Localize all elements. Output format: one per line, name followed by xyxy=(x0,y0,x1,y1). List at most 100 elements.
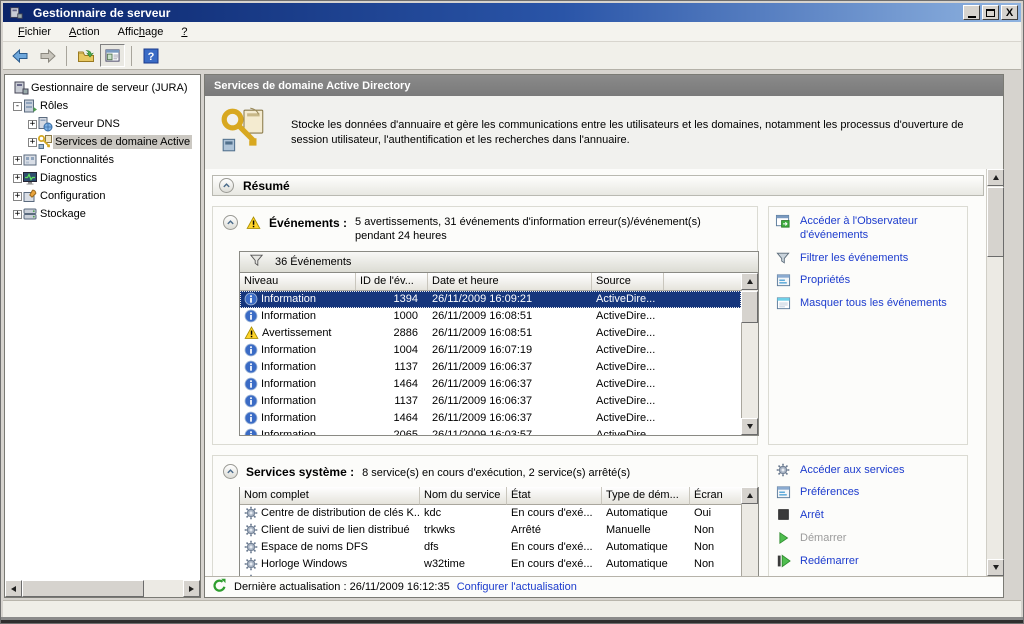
collapse-summary-button[interactable] xyxy=(219,178,234,193)
close-button[interactable]: X xyxy=(1001,5,1018,20)
tree-root-item[interactable]: Gestionnaire de serveur (JURA) xyxy=(5,79,200,97)
menu-item-hage[interactable]: Affichage xyxy=(109,23,173,41)
expand-expander-icon[interactable]: + xyxy=(13,156,22,165)
column-header-type-de-d-m-[interactable]: Type de dém... xyxy=(602,487,690,505)
action-link-label: Démarrer xyxy=(800,532,846,546)
table-row[interactable]: Horloge Windowsw32timeEn cours d'exé...A… xyxy=(240,556,741,573)
table-row[interactable]: Avertissement288626/11/2009 16:08:51Acti… xyxy=(240,325,741,342)
sidebar-item-serveur-dns[interactable]: +Serveur DNS xyxy=(5,115,200,133)
action-link-accéder-aux-services[interactable]: Accéder aux services xyxy=(775,464,961,478)
table-row[interactable]: Information146426/11/2009 16:06:37Active… xyxy=(240,376,741,393)
date-cell: 26/11/2009 16:06:37 xyxy=(428,395,592,407)
role-header: Services de domaine Active Directory xyxy=(205,75,1003,96)
table-row[interactable]: Information100426/11/2009 16:07:19Active… xyxy=(240,342,741,359)
column-header--cran[interactable]: Écran xyxy=(690,487,743,505)
action-link-label: Accéder aux services xyxy=(800,464,905,478)
scroll-up-button[interactable] xyxy=(987,169,1004,186)
action-link-préférences[interactable]: Préférences xyxy=(775,486,961,500)
date-cell: 26/11/2009 16:09:21 xyxy=(428,293,592,305)
sidebar-item-configuration[interactable]: +Configuration xyxy=(5,187,200,205)
sidebar-item-fonctionnalit-s[interactable]: +Fonctionnalités xyxy=(5,151,200,169)
column-header-Date et heure[interactable]: Date et heure xyxy=(428,273,592,291)
tree-item-label: Diagnostics xyxy=(38,171,99,185)
info-icon xyxy=(244,428,258,435)
table-row[interactable]: Information146426/11/2009 16:06:37Active… xyxy=(240,410,741,427)
level-cell: Information xyxy=(240,343,356,357)
column-header--tat[interactable]: État xyxy=(507,487,602,505)
toolbar-separator xyxy=(131,46,132,66)
expand-expander-icon[interactable]: + xyxy=(13,174,22,183)
action-link-redémarrer[interactable]: Redémarrer xyxy=(775,555,961,569)
column-header-Niveau[interactable]: Niveau xyxy=(240,273,356,291)
column-header-nom-complet[interactable]: Nom complet xyxy=(240,487,420,505)
events-vertical-scrollbar[interactable] xyxy=(741,273,758,435)
scroll-right-button[interactable] xyxy=(183,580,200,597)
collapse-events-button[interactable] xyxy=(223,215,238,230)
console-tree-pane: Gestionnaire de serveur (JURA)-Rôles+Ser… xyxy=(4,74,201,598)
title-bar[interactable]: Gestionnaire de serveur X xyxy=(3,3,1021,22)
scroll-thumb[interactable] xyxy=(741,291,758,323)
sidebar-item-r-les[interactable]: -Rôles xyxy=(5,97,200,115)
close-icon: X xyxy=(1006,8,1013,18)
services-vertical-scrollbar[interactable] xyxy=(741,487,758,576)
console-window-button[interactable] xyxy=(100,44,125,67)
configure-refresh-link[interactable]: Configurer l'actualisation xyxy=(457,581,577,593)
maximize-button[interactable] xyxy=(982,5,999,20)
action-link-filtrer-les-événements[interactable]: Filtrer les événements xyxy=(775,252,961,266)
menu-item-fichier[interactable]: Fichier xyxy=(9,23,60,41)
scroll-track[interactable] xyxy=(144,580,183,597)
menu-item-?[interactable]: ? xyxy=(172,23,196,41)
action-link-démarrer[interactable]: Démarrer xyxy=(775,532,961,546)
table-row[interactable]: Client de suivi de lien distribuétrkwksA… xyxy=(240,522,741,539)
action-link-label: Filtrer les événements xyxy=(800,252,908,266)
expand-expander-icon[interactable]: + xyxy=(13,192,22,201)
column-header-blank[interactable] xyxy=(664,273,741,291)
column-header-ID de l'év...[interactable]: ID de l'év... xyxy=(356,273,428,291)
action-link-propriétés[interactable]: Propriétés xyxy=(775,274,961,288)
scroll-left-button[interactable] xyxy=(5,580,22,597)
action-link-arr-t[interactable]: Arrêt xyxy=(775,509,961,523)
forward-arrow-button[interactable] xyxy=(35,44,60,67)
summary-section-bar[interactable]: Résumé xyxy=(212,175,984,196)
minimize-button[interactable] xyxy=(963,5,980,20)
level-cell: Information xyxy=(240,309,356,323)
scroll-thumb[interactable] xyxy=(987,187,1004,257)
sidebar-item-stockage[interactable]: +Stockage xyxy=(5,205,200,223)
service-gear-icon xyxy=(244,557,258,571)
help-button[interactable]: ? xyxy=(138,44,163,67)
expand-expander-icon[interactable]: + xyxy=(13,210,22,219)
table-row[interactable]: Information139426/11/2009 16:09:21Active… xyxy=(240,291,741,308)
scroll-thumb[interactable] xyxy=(22,580,144,597)
dns-icon xyxy=(37,116,53,132)
source-cell: ActiveDire... xyxy=(592,293,664,305)
sidebar-item-diagnostics[interactable]: + Diagnostics xyxy=(5,169,200,187)
tree-horizontal-scrollbar[interactable] xyxy=(5,580,200,597)
table-row[interactable]: Information100026/11/2009 16:08:51Active… xyxy=(240,308,741,325)
scroll-down-button[interactable] xyxy=(987,559,1004,576)
column-header-nom-du-service[interactable]: Nom du service xyxy=(420,487,507,505)
back-arrow-button[interactable] xyxy=(8,44,33,67)
table-row[interactable]: Information113726/11/2009 16:06:37Active… xyxy=(240,359,741,376)
table-row[interactable]: Espace de noms DFSdfsEn cours d'exé...Au… xyxy=(240,539,741,556)
svg-text:?: ? xyxy=(147,51,154,63)
scroll-up-button[interactable] xyxy=(741,273,758,290)
action-link-accéder-l-observateur-d-événements[interactable]: Accéder à l'Observateur d'événements xyxy=(775,215,961,243)
collapse-services-button[interactable] xyxy=(223,464,238,479)
export-console-button[interactable] xyxy=(73,44,98,67)
expand-expander-icon[interactable]: + xyxy=(28,138,37,147)
screen-cell: Oui xyxy=(690,507,741,519)
sidebar-item-services-de-domaine-active[interactable]: +Services de domaine Active xyxy=(5,133,200,151)
source-cell: ActiveDire... xyxy=(592,361,664,373)
column-header-Source[interactable]: Source xyxy=(592,273,664,291)
scroll-down-button[interactable] xyxy=(741,418,758,435)
main-vertical-scrollbar[interactable] xyxy=(986,169,1003,576)
source-cell: ActiveDire... xyxy=(592,412,664,424)
scroll-up-button[interactable] xyxy=(741,487,758,504)
expand-expander-icon[interactable]: + xyxy=(28,120,37,129)
collapse-expander-icon[interactable]: - xyxy=(13,102,22,111)
table-row[interactable]: Information113726/11/2009 16:06:37Active… xyxy=(240,393,741,410)
menu-item-action[interactable]: Action xyxy=(60,23,109,41)
table-row[interactable]: Centre de distribution de clés K...kdcEn… xyxy=(240,505,741,522)
table-row[interactable]: Information206526/11/2009 16:03:57Active… xyxy=(240,427,741,435)
action-link-masquer-tous-les-événements[interactable]: Masquer tous les événements xyxy=(775,297,961,311)
